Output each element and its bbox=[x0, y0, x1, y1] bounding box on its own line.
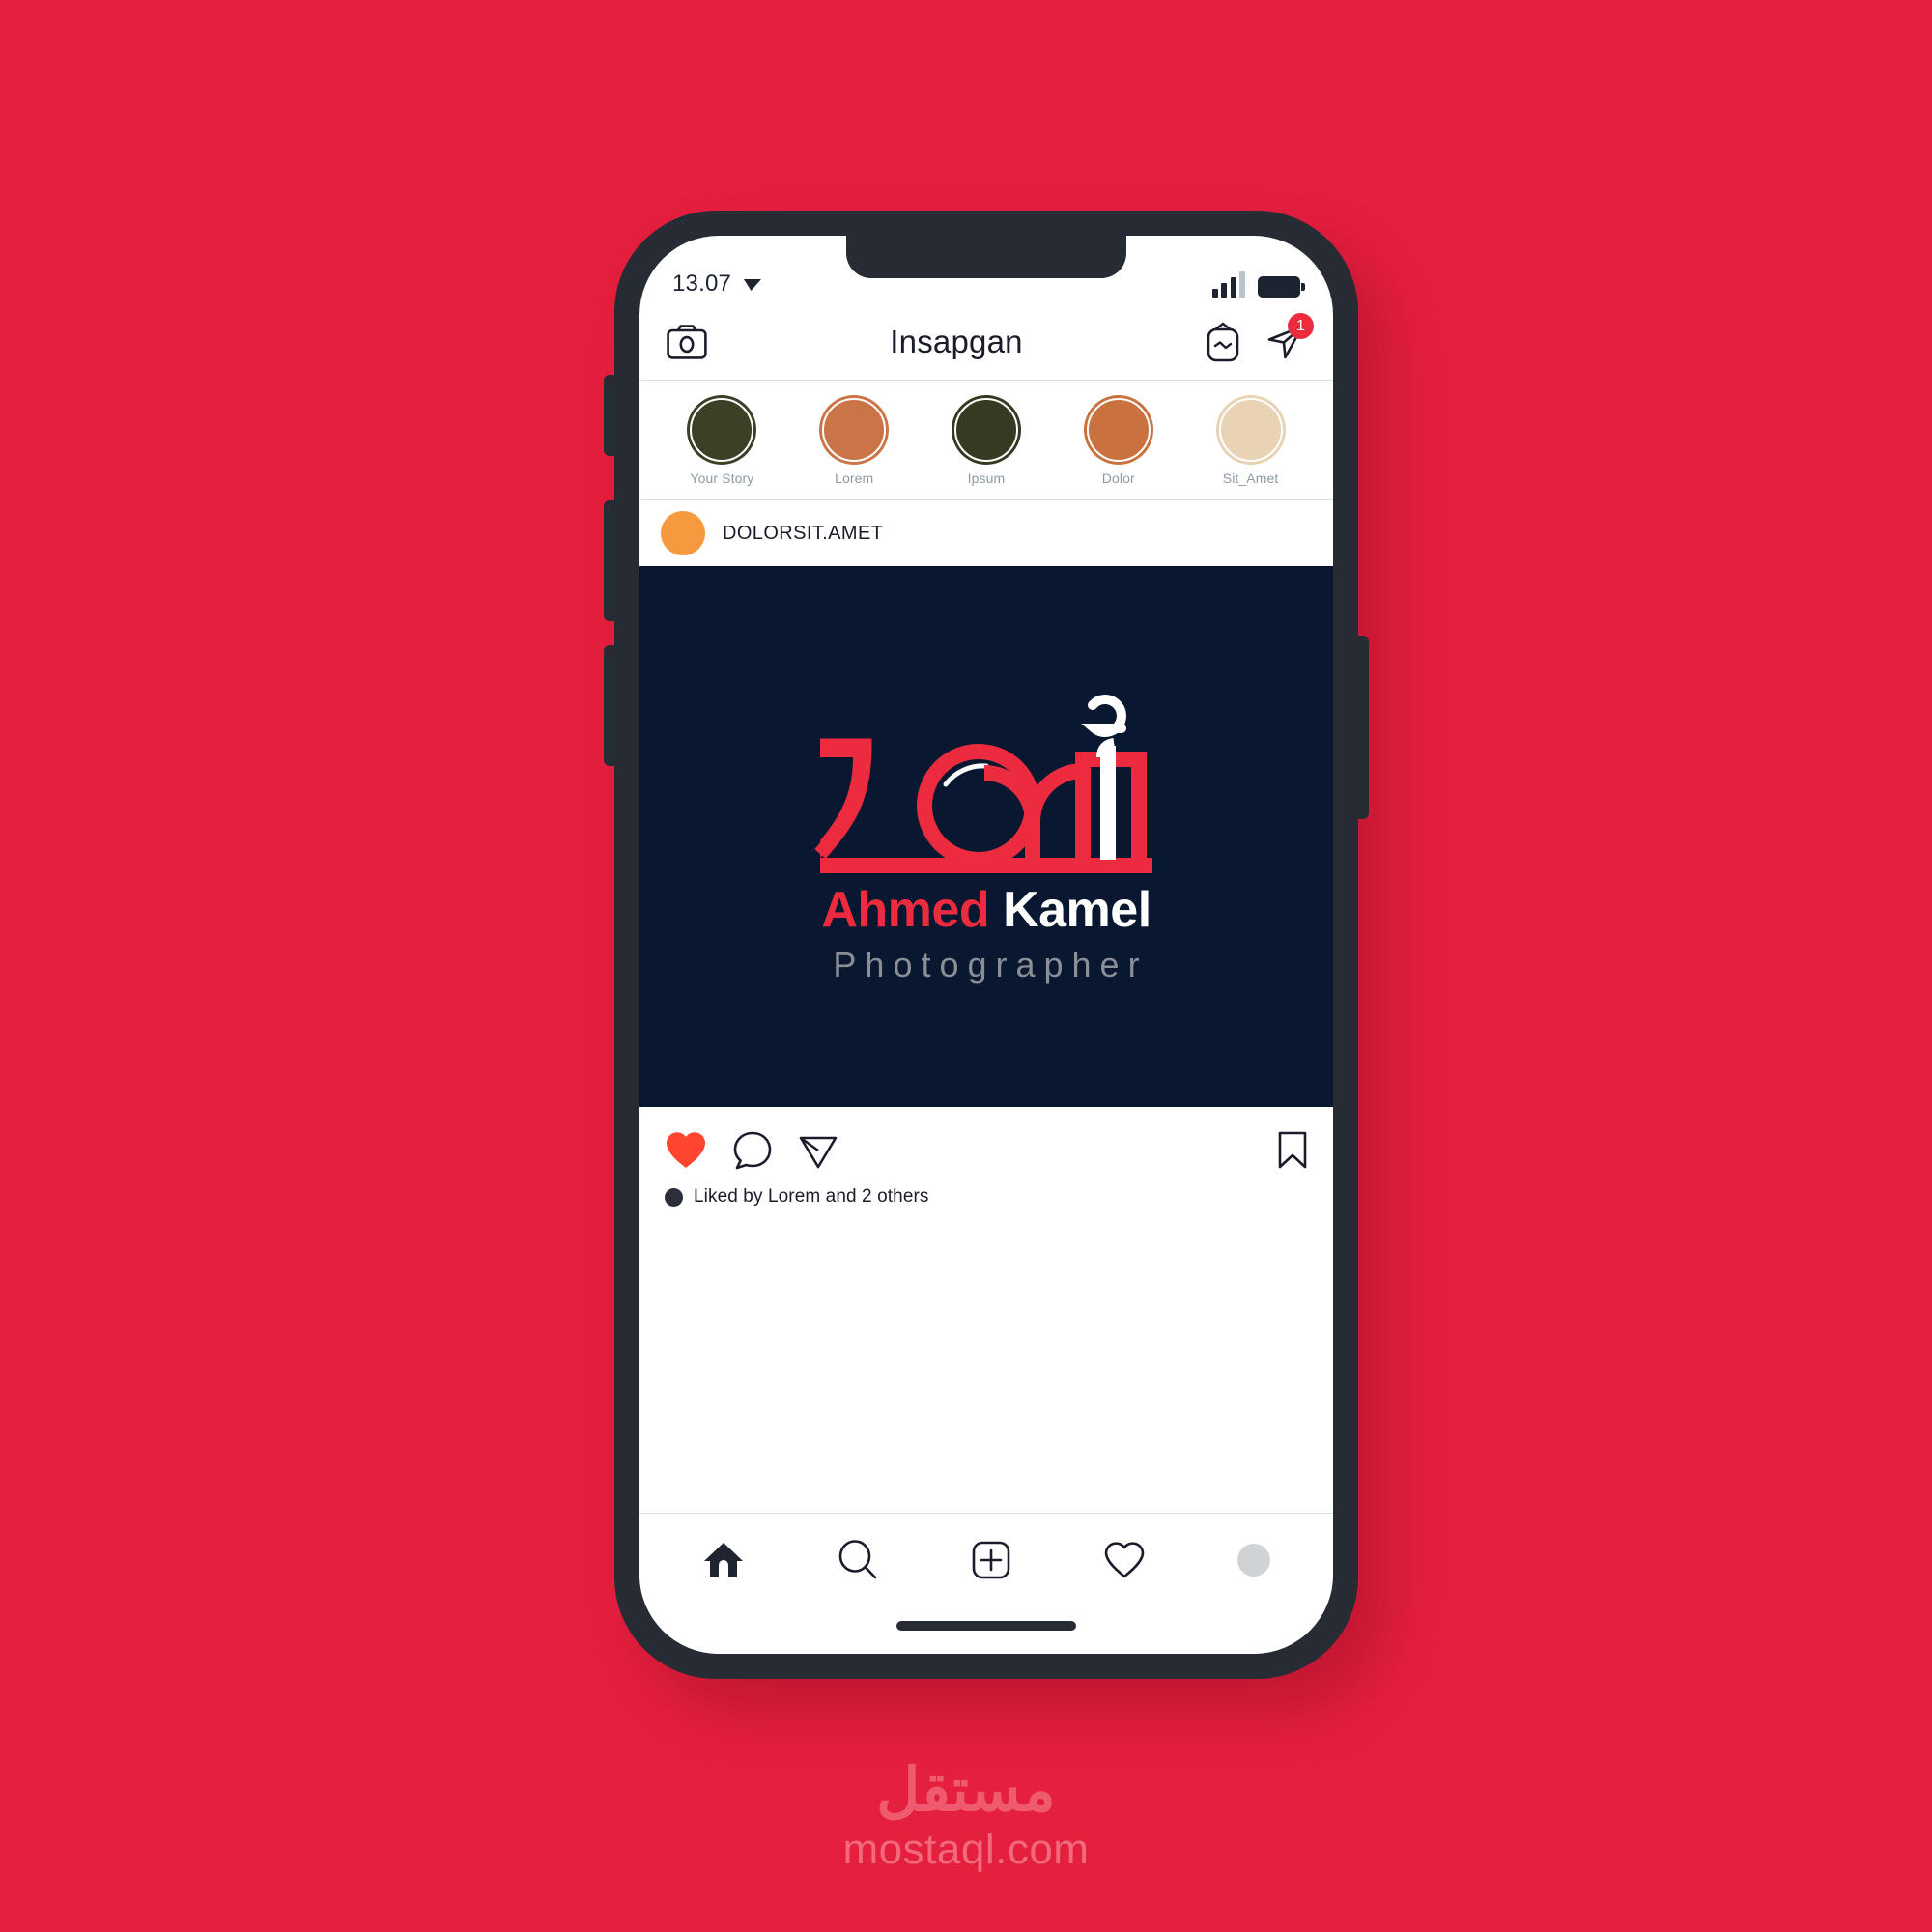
heart-filled-icon[interactable] bbox=[665, 1130, 707, 1171]
bookmark-icon[interactable] bbox=[1277, 1130, 1308, 1171]
story-ring bbox=[1083, 394, 1153, 465]
app-header: Insapgan 1 bbox=[639, 303, 1333, 381]
stories-tray[interactable]: Your Story Lorem Ipsum Dolor Sit_Amet bbox=[639, 381, 1333, 500]
post-actions-left bbox=[665, 1130, 838, 1171]
add-post-icon[interactable] bbox=[971, 1540, 1011, 1580]
silent-switch-button[interactable] bbox=[604, 375, 616, 456]
likes-avatar bbox=[665, 1187, 683, 1207]
story-item-lorem[interactable]: Lorem bbox=[788, 394, 921, 486]
story-label: Dolor bbox=[1101, 469, 1135, 486]
post-author-avatar[interactable] bbox=[661, 511, 705, 555]
post-likes: Liked by Lorem and 2 others bbox=[639, 1171, 1333, 1208]
phone-screen: 13.07 Insapgan 1 Your Story Lorem Ipsum … bbox=[639, 236, 1333, 1654]
logo-wordmark-first: Ahmed bbox=[821, 882, 990, 938]
igtv-icon[interactable] bbox=[1206, 321, 1240, 362]
header-actions: 1 bbox=[1206, 312, 1314, 362]
direct-send-icon[interactable]: 1 bbox=[1265, 312, 1314, 362]
story-ring bbox=[951, 394, 1021, 465]
story-item-dolor[interactable]: Dolor bbox=[1052, 394, 1184, 486]
camera-icon[interactable] bbox=[667, 324, 707, 359]
logo-tagline: Photographer bbox=[833, 945, 1149, 984]
comment-bubble-icon[interactable] bbox=[732, 1130, 773, 1171]
direct-badge-count: 1 bbox=[1287, 312, 1314, 339]
story-label: Ipsum bbox=[967, 469, 1006, 486]
phone-notch bbox=[846, 236, 1126, 278]
battery-full-icon bbox=[1258, 276, 1305, 298]
watermark-arabic-text: مستقل bbox=[876, 1756, 1056, 1824]
home-filled-icon[interactable] bbox=[702, 1540, 745, 1580]
story-ring bbox=[687, 394, 757, 465]
story-item-ipsum[interactable]: Ipsum bbox=[921, 394, 1053, 486]
story-label: Sit_Amet bbox=[1222, 469, 1279, 486]
app-title: Insapgan bbox=[890, 323, 1023, 359]
heart-outline-icon[interactable] bbox=[1103, 1540, 1146, 1580]
location-arrow-icon bbox=[744, 279, 762, 291]
mostaql-watermark: مستقل mostaql.com bbox=[0, 1756, 1932, 1874]
story-ring bbox=[819, 394, 890, 465]
logo-wordmark: Ahmed Kamel bbox=[821, 885, 1151, 935]
home-indicator[interactable] bbox=[896, 1621, 1076, 1631]
story-label: Lorem bbox=[835, 469, 874, 486]
status-time: 13.07 bbox=[672, 270, 732, 297]
story-item-sit-amet[interactable]: Sit_Amet bbox=[1184, 394, 1317, 486]
volume-down-button[interactable] bbox=[604, 645, 616, 766]
power-button[interactable] bbox=[1356, 636, 1369, 819]
post-image[interactable]: Ahmed Kamel Photographer bbox=[639, 566, 1333, 1107]
likes-text[interactable]: Liked by Lorem and 2 others bbox=[694, 1186, 929, 1208]
post-username[interactable]: DOLORSIT.AMET bbox=[723, 523, 883, 545]
share-send-icon[interactable] bbox=[798, 1130, 838, 1171]
search-icon[interactable] bbox=[837, 1539, 879, 1581]
phone-device: 13.07 Insapgan 1 Your Story Lorem Ipsum … bbox=[604, 211, 1369, 1679]
post-actions bbox=[639, 1107, 1333, 1171]
bottom-nav bbox=[639, 1513, 1333, 1654]
status-time-group: 13.07 bbox=[672, 270, 763, 298]
post-header: DOLORSIT.AMET bbox=[639, 500, 1333, 566]
story-ring bbox=[1215, 394, 1286, 465]
profile-avatar-icon[interactable] bbox=[1236, 1544, 1270, 1577]
bottom-nav-items bbox=[639, 1514, 1333, 1606]
watermark-latin-text: mostaql.com bbox=[842, 1826, 1090, 1873]
volume-up-button[interactable] bbox=[604, 500, 616, 621]
signal-bars-icon bbox=[1211, 271, 1245, 298]
status-right-group bbox=[1211, 271, 1305, 298]
logo-wordmark-second: Kamel bbox=[1003, 882, 1151, 938]
story-item-your-story[interactable]: Your Story bbox=[656, 394, 788, 486]
story-label: Your Story bbox=[690, 469, 754, 486]
arabic-camera-logo-icon bbox=[814, 695, 1152, 873]
